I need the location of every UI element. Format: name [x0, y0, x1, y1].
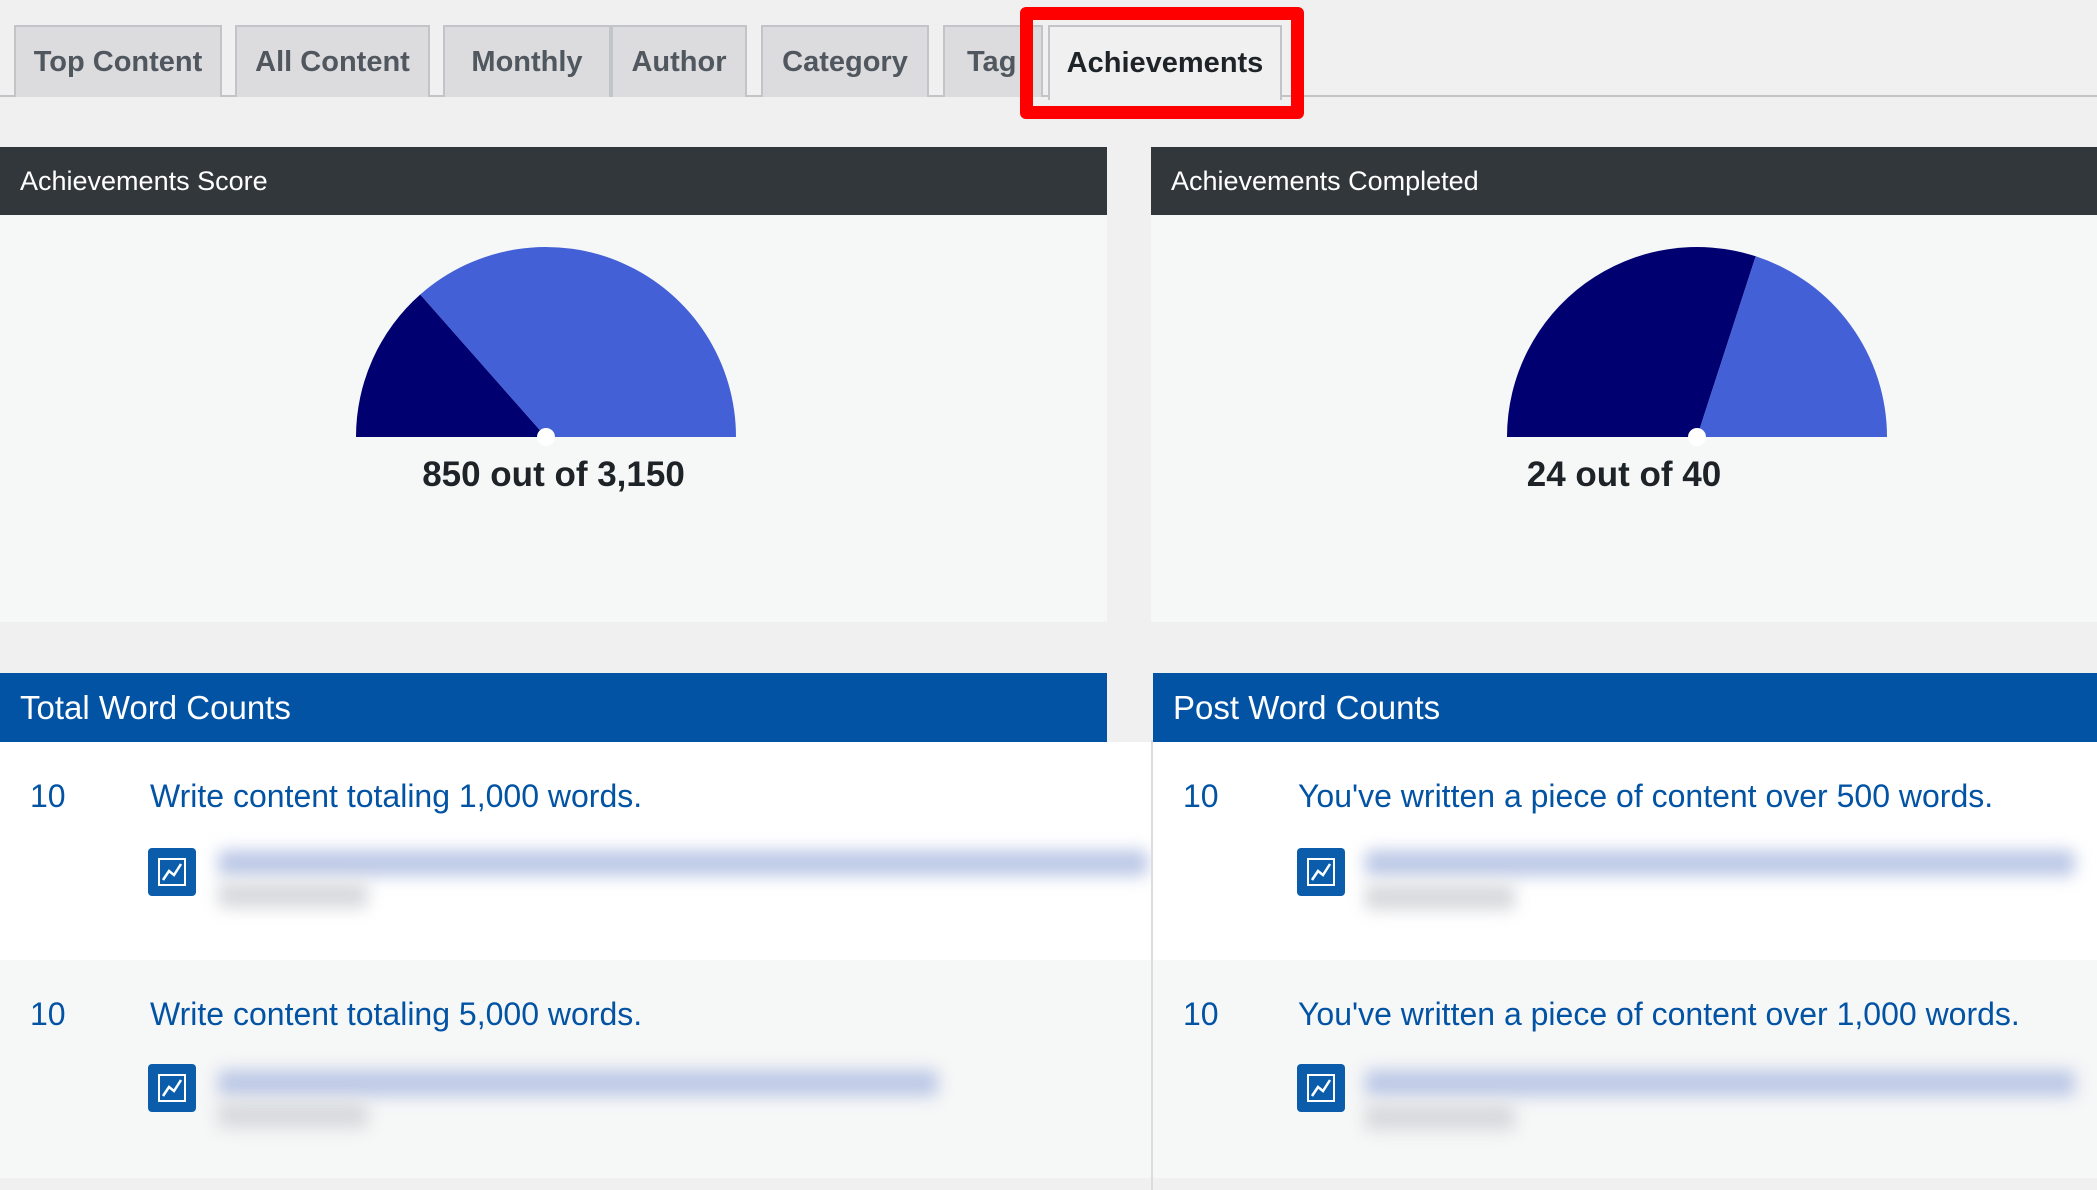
list-item: 10 You've written a piece of content ove… [1153, 960, 2097, 1178]
gauge-completed-pivot [1688, 428, 1706, 446]
blurred-content-date [218, 882, 368, 908]
list-item: 10 You've written a piece of content ove… [1153, 742, 2097, 960]
achievement-points: 10 [30, 778, 66, 814]
blurred-content-date [1365, 884, 1515, 910]
achievement-points: 10 [30, 996, 66, 1032]
blurred-content-link [218, 1070, 938, 1096]
achievements-completed-value: 24 out of 40 [1526, 455, 1722, 494]
chart-line-icon [1297, 1064, 1345, 1112]
achievement-link[interactable]: Write content totaling 5,000 words. [150, 996, 642, 1033]
tab-category[interactable]: Category [761, 25, 929, 97]
achievements-completed-panel: Achievements Completed 24 out of 40 [1151, 147, 2097, 622]
achievements-score-panel: Achievements Score 850 out of 3,150 [0, 147, 1107, 622]
achievement-points: 10 [1183, 996, 1219, 1032]
tab-all-content[interactable]: All Content [235, 25, 430, 97]
achievements-completed-title: Achievements Completed [1151, 147, 2097, 215]
achievements-score-title: Achievements Score [0, 147, 1107, 215]
blurred-content-link [1365, 850, 2075, 876]
achievements-completed-gauge-area: 24 out of 40 [1151, 215, 2097, 615]
achievements-score-value: 850 out of 3,150 [422, 455, 685, 494]
achievement-link[interactable]: Write content totaling 1,000 words. [150, 778, 642, 815]
total-word-counts-panel: Total Word Counts 10 Write content total… [0, 673, 1151, 1190]
total-word-counts-title: Total Word Counts [0, 673, 1107, 742]
chart-line-icon [148, 848, 196, 896]
tab-author[interactable]: Author [611, 25, 747, 97]
achievements-completed-gauge [1507, 247, 1887, 446]
post-word-counts-title: Post Word Counts [1153, 673, 2097, 742]
tab-achievements[interactable]: Achievements [1048, 25, 1282, 100]
achievements-score-gauge [356, 246, 736, 446]
list-item: 10 Write content totaling 1,000 words. [0, 742, 1151, 960]
post-word-counts-panel: Post Word Counts 10 You've written a pie… [1153, 673, 2097, 1190]
list-item: 10 Write content totaling 5,000 words. [0, 960, 1151, 1178]
tab-monthly[interactable]: Monthly [443, 25, 611, 97]
achievement-points: 10 [1183, 778, 1219, 814]
blurred-content-link [218, 850, 1148, 876]
tab-tag[interactable]: Tag [943, 25, 1043, 97]
chart-line-icon [148, 1064, 196, 1112]
gauge-score-pivot [537, 428, 555, 446]
achievements-score-gauge-area: 850 out of 3,150 [0, 215, 1107, 615]
blurred-content-date [1365, 1104, 1515, 1130]
column-divider [1151, 740, 1153, 1190]
chart-line-icon [1297, 848, 1345, 896]
blurred-content-date [218, 1102, 368, 1128]
tab-top-content[interactable]: Top Content [14, 25, 222, 97]
tab-bar: Top Content All Content Monthly Author C… [0, 0, 2097, 100]
blurred-content-link [1365, 1070, 2075, 1096]
achievement-link[interactable]: You've written a piece of content over 1… [1298, 996, 2020, 1033]
achievement-link[interactable]: You've written a piece of content over 5… [1298, 778, 1993, 815]
